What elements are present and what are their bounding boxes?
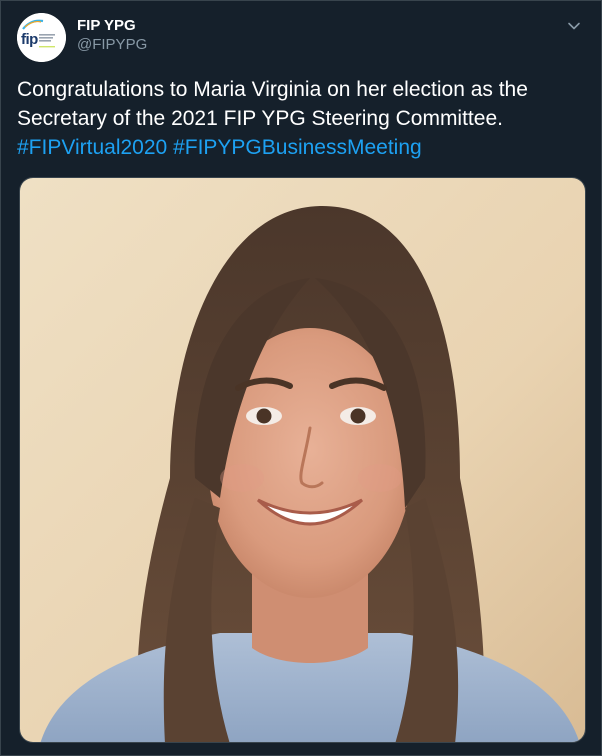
tweet-card[interactable]: fip FIP YPG @FIPYPG Congratulations to M… [0,0,602,756]
tweet-photo[interactable] [19,177,586,743]
tweet-header: fip FIP YPG @FIPYPG [17,11,585,62]
author-display-name[interactable]: FIP YPG [77,17,147,35]
tweet-body-text: Congratulations to Maria Virginia on her… [17,78,528,130]
avatar-logo-text: fip [21,31,38,48]
avatar[interactable]: fip [17,13,66,62]
author-handle[interactable]: @FIPYPG [77,35,147,55]
hashtag-fipvirtual2020[interactable]: #FIPVirtual2020 [17,136,167,159]
tweet-text: Congratulations to Maria Virginia on her… [17,75,587,162]
chevron-down-icon [568,22,580,30]
author-names: FIP YPG @FIPYPG [77,17,147,55]
hashtag-fipypgbusinessmeeting[interactable]: #FIPYPGBusinessMeeting [173,136,422,159]
portrait-photo [20,178,585,742]
tweet-menu-button[interactable] [563,15,585,37]
